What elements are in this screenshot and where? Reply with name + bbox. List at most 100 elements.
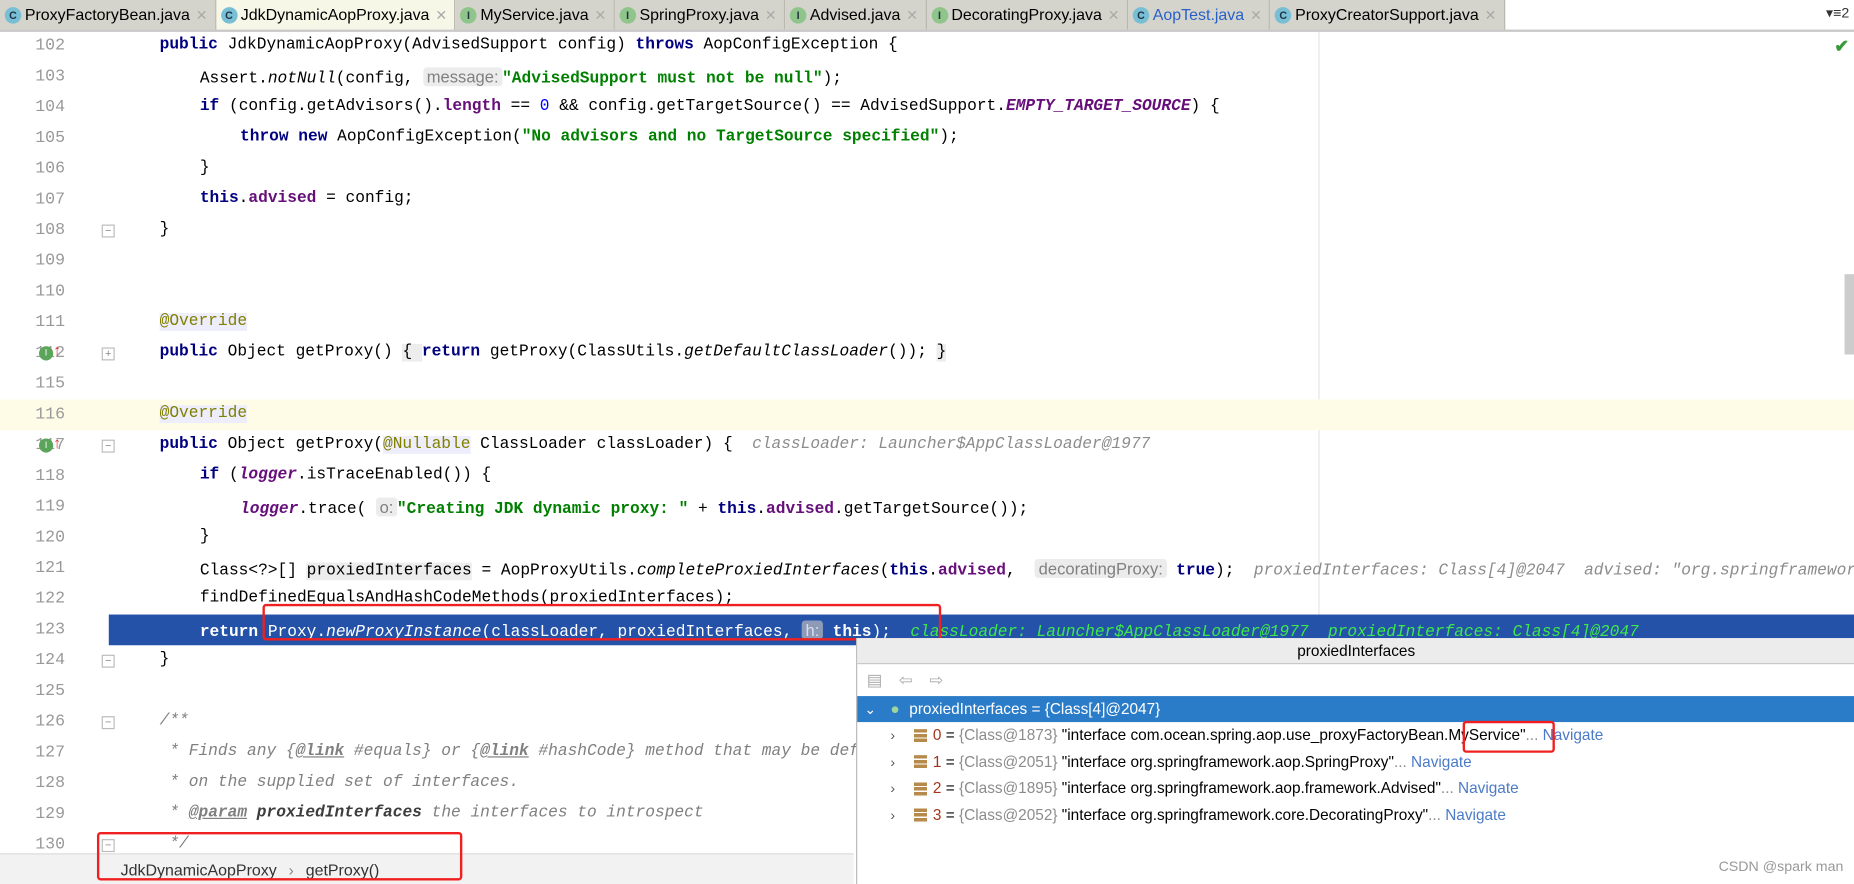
- code-line-104[interactable]: if (config.getAdvisors().length == 0 && …: [0, 92, 1854, 123]
- tab-advised[interactable]: I Advised.java ✕: [785, 0, 927, 30]
- tab-list-menu[interactable]: ▾≡2: [1826, 5, 1849, 22]
- line-number[interactable]: 104: [0, 92, 65, 123]
- navigate-link[interactable]: Navigate: [1411, 752, 1472, 770]
- code-token: ) {: [1190, 98, 1220, 116]
- override-arrow-icon[interactable]: ↑: [53, 342, 61, 360]
- close-icon[interactable]: ✕: [1108, 6, 1120, 23]
- code-token: );: [1215, 562, 1254, 581]
- tab-label: SpringProxy.java: [639, 5, 759, 24]
- line-number[interactable]: 105: [0, 123, 65, 154]
- code-line-109[interactable]: [0, 246, 1854, 277]
- code-line-106[interactable]: }: [0, 154, 1854, 185]
- tab-proxycreatorsupport[interactable]: C ProxyCreatorSupport.java ✕: [1270, 0, 1505, 30]
- tab-jdkdynamicaopproxy[interactable]: C JdkDynamicAopProxy.java ✕: [215, 0, 456, 30]
- line-number[interactable]: 107: [0, 184, 65, 215]
- code-line-117[interactable]: public Object getProxy(@Nullable ClassLo…: [0, 430, 1854, 461]
- close-icon[interactable]: ✕: [1485, 6, 1497, 23]
- line-number[interactable]: 106: [0, 154, 65, 185]
- tree-item[interactable]: › 0 = {Class@1873} "interface com.ocean.…: [857, 722, 1854, 748]
- code-line-105[interactable]: throw new AopConfigException("No advisor…: [0, 123, 1854, 154]
- fold-toggle-icon[interactable]: +: [101, 347, 115, 361]
- code-line-110[interactable]: [0, 277, 1854, 308]
- line-number[interactable]: 115: [0, 369, 65, 400]
- line-number[interactable]: 116: [0, 399, 65, 430]
- fold-toggle-icon[interactable]: −: [101, 716, 115, 730]
- line-number[interactable]: 120: [0, 522, 65, 553]
- line-number[interactable]: 127: [0, 737, 65, 768]
- fold-toggle-icon[interactable]: −: [101, 839, 115, 853]
- chevron-right-icon[interactable]: ›: [890, 802, 895, 828]
- close-icon[interactable]: ✕: [765, 6, 777, 23]
- fold-toggle-icon[interactable]: −: [101, 439, 115, 453]
- line-number[interactable]: 123: [0, 615, 65, 646]
- line-number[interactable]: 129: [0, 799, 65, 830]
- override-arrow-icon[interactable]: ↑: [53, 434, 61, 452]
- line-number[interactable]: 103: [0, 61, 65, 92]
- code-token: classLoader: Launcher$AppClassLoader@197…: [752, 436, 1151, 454]
- code-line-119[interactable]: logger.trace( o: "Creating JDK dynamic pr…: [0, 492, 1854, 523]
- line-number[interactable]: 130: [0, 830, 65, 854]
- debug-value-popup: proxiedInterfaces ▤ ⇦ ⇨ ⌄ ● proxiedInter…: [856, 638, 1854, 884]
- item-value: "interface org.springframework.aop.Sprin…: [1061, 752, 1394, 770]
- code-line-118[interactable]: if (logger.isTraceEnabled()) {: [0, 461, 1854, 492]
- navigate-link[interactable]: Navigate: [1445, 805, 1506, 823]
- fold-toggle-icon[interactable]: −: [101, 224, 115, 238]
- tab-decoratingproxy[interactable]: I DecoratingProxy.java ✕: [926, 0, 1128, 30]
- line-number[interactable]: 102: [0, 32, 65, 62]
- code-line-121[interactable]: Class<?>[] proxiedInterfaces = AopProxyU…: [0, 553, 1854, 584]
- line-number[interactable]: 111: [0, 307, 65, 338]
- line-number[interactable]: 124: [0, 645, 65, 676]
- tab-proxyfactorybean[interactable]: C ProxyFactoryBean.java ✕: [0, 0, 216, 30]
- line-number[interactable]: 128: [0, 768, 65, 799]
- forward-arrow-icon[interactable]: ⇨: [929, 669, 943, 689]
- line-number[interactable]: 119: [0, 492, 65, 523]
- code-line-103[interactable]: Assert.notNull(config, message: "AdvisedS…: [0, 61, 1854, 92]
- line-number[interactable]: 110: [0, 277, 65, 308]
- scrollbar-thumb[interactable]: [1844, 274, 1854, 355]
- fold-toggle-icon[interactable]: −: [101, 654, 115, 668]
- line-number[interactable]: 109: [0, 246, 65, 277]
- breadcrumb-class[interactable]: JdkDynamicAopProxy: [121, 861, 277, 879]
- copy-icon[interactable]: ▤: [867, 669, 883, 689]
- tab-springproxy[interactable]: I SpringProxy.java ✕: [614, 0, 786, 30]
- tab-myservice[interactable]: I MyService.java ✕: [455, 0, 615, 30]
- navigate-link[interactable]: Navigate: [1458, 779, 1519, 797]
- close-icon[interactable]: ✕: [435, 6, 447, 23]
- line-number[interactable]: 126: [0, 707, 65, 738]
- back-arrow-icon[interactable]: ⇦: [899, 669, 913, 689]
- close-icon[interactable]: ✕: [906, 6, 918, 23]
- line-number[interactable]: 108: [0, 215, 65, 246]
- tree-item[interactable]: › 2 = {Class@1895} "interface org.spring…: [857, 775, 1854, 801]
- code-line-122[interactable]: findDefinedEqualsAndHashCodeMethods(prox…: [0, 584, 1854, 615]
- close-icon[interactable]: ✕: [196, 6, 208, 23]
- breadcrumb-method[interactable]: getProxy(): [306, 861, 380, 879]
- implements-method-icon[interactable]: I: [39, 346, 54, 361]
- code-line-108[interactable]: }: [0, 215, 1854, 246]
- line-number[interactable]: 125: [0, 676, 65, 707]
- code-line-112[interactable]: public Object getProxy() { return getPro…: [0, 338, 1854, 369]
- close-icon[interactable]: ✕: [1250, 6, 1262, 23]
- close-icon[interactable]: ✕: [594, 6, 606, 23]
- tree-item[interactable]: › 3 = {Class@2052} "interface org.spring…: [857, 802, 1854, 828]
- code-line-116[interactable]: @Override: [0, 399, 1854, 431]
- code-line-107[interactable]: this.advised = config;: [0, 184, 1854, 215]
- line-number[interactable]: 118: [0, 461, 65, 492]
- code-token: ());: [888, 343, 937, 362]
- line-number[interactable]: 122: [0, 584, 65, 615]
- code-line-111[interactable]: @Override: [0, 307, 1854, 338]
- chevron-right-icon[interactable]: ›: [890, 749, 895, 775]
- code-line-115[interactable]: [0, 369, 1854, 400]
- code-line-120[interactable]: }: [0, 522, 1854, 553]
- chevron-right-icon[interactable]: ›: [890, 775, 895, 801]
- implements-method-icon[interactable]: I: [39, 438, 54, 453]
- root-value: proxiedInterfaces = {Class[4]@2047}: [909, 699, 1161, 718]
- code-line-102[interactable]: public JdkDynamicAopProxy(AdvisedSupport…: [0, 32, 1854, 62]
- tree-item[interactable]: › 1 = {Class@2051} "interface org.spring…: [857, 749, 1854, 775]
- navigate-link[interactable]: Navigate: [1543, 726, 1604, 744]
- line-number[interactable]: 121: [0, 553, 65, 584]
- chevron-down-icon[interactable]: ⌄: [864, 696, 876, 722]
- chevron-right-icon[interactable]: ›: [890, 722, 895, 748]
- tree-root-row[interactable]: ⌄ ● proxiedInterfaces = {Class[4]@2047}: [857, 696, 1854, 723]
- tab-aoptest[interactable]: C AopTest.java ✕: [1127, 0, 1271, 30]
- inspection-ok-icon[interactable]: ✔: [1834, 35, 1849, 57]
